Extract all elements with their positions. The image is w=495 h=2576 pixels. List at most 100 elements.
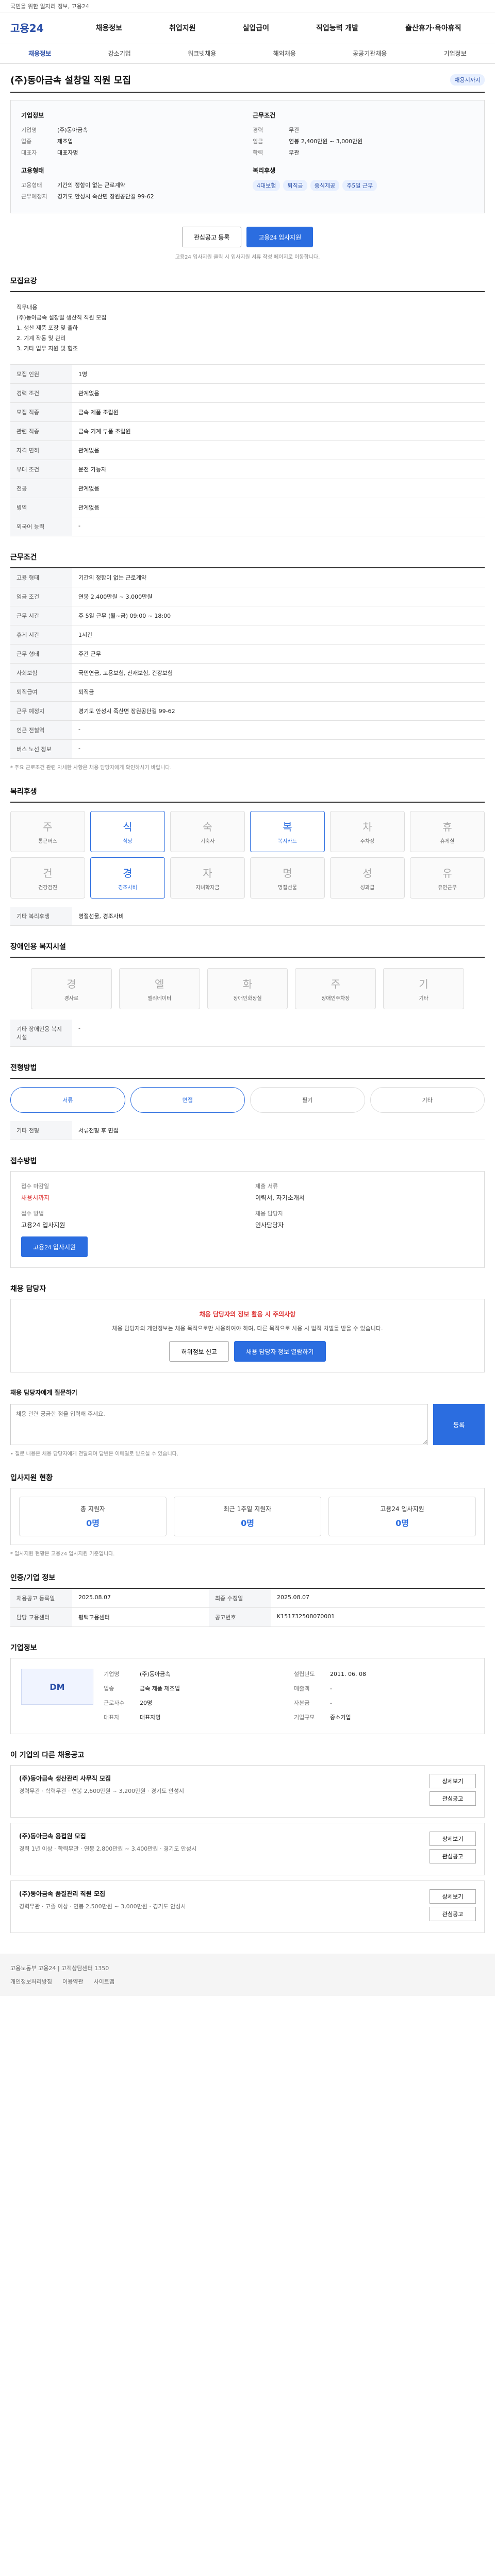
stat-label: 고용24 입사지원 xyxy=(380,1505,424,1513)
facility-tile: 화장애인화장실 xyxy=(207,968,288,1009)
apply-right: 제출 서류 이력서, 자기소개서 채용 담당자 인사담당자 xyxy=(255,1182,474,1257)
global-nav: 채용정보 취업지원 실업급여 직업능력 개발 출산휴가·육아휴직 xyxy=(72,23,485,33)
gnb-item[interactable]: 취업지원 xyxy=(169,23,196,33)
table-key: 모집 직종 xyxy=(10,402,72,422)
other-job-detail-button[interactable]: 상세보기 xyxy=(430,1832,476,1846)
report-false-button[interactable]: 허위정보 신고 xyxy=(169,1341,229,1362)
kv-value: 대표자명 xyxy=(57,149,78,156)
subnav-item[interactable]: 공공기관채용 xyxy=(353,49,387,58)
table-key: 인근 전철역 xyxy=(10,720,72,740)
apply-button[interactable]: 고용24 입사지원 xyxy=(246,227,314,247)
gnb-item[interactable]: 직업능력 개발 xyxy=(316,23,358,33)
view-contact-button[interactable]: 채용 담당자 정보 열람하기 xyxy=(234,1341,326,1362)
other-job-title[interactable]: (주)동아금속 용접원 모집 xyxy=(19,1832,196,1840)
footer-link[interactable]: 개인정보처리방침 xyxy=(10,1977,52,1986)
subnav-item[interactable]: 채용정보 xyxy=(28,49,51,58)
facility-tile: 유 유연근무 xyxy=(410,857,485,899)
kv-value: 2011. 06. 08 xyxy=(330,1671,366,1677)
work-footnote: * 주요 근로조건 관련 자세한 사항은 채용 담당자에게 확인하시기 바랍니다… xyxy=(10,765,172,771)
subnav-item[interactable]: 워크넷채용 xyxy=(188,49,216,58)
top-utility-bar: 국민을 위한 일자리 정보, 고용24 xyxy=(0,0,495,12)
gnb-item[interactable]: 채용정보 xyxy=(95,23,122,33)
other-job-actions: 상세보기관심공고 xyxy=(430,1774,476,1809)
table-value: 관계없음 xyxy=(72,498,485,517)
stat-count: 0명 xyxy=(395,1518,409,1528)
other-job-card[interactable]: (주)동아금속 용접원 모집 경력 1년 이상 · 학력무관 · 연봉 2,800… xyxy=(10,1823,485,1875)
apply-period: 채용시까지 xyxy=(21,1194,50,1201)
footer-link[interactable]: 사이트맵 xyxy=(93,1977,114,1986)
facility-tile: 자 자녀학자금 xyxy=(170,857,245,899)
other-job-detail-button[interactable]: 상세보기 xyxy=(430,1774,476,1788)
facility-icon: 주 xyxy=(331,978,340,990)
facility-label: 통근버스 xyxy=(38,839,57,844)
subnav-item[interactable]: 기업정보 xyxy=(444,49,467,58)
facility-label: 유연근무 xyxy=(438,885,457,891)
table-row: 기타 복리후생 명절선물, 경조사비 xyxy=(10,907,485,926)
subnav-item[interactable]: 강소기업 xyxy=(108,49,131,58)
kv-key: 경력 xyxy=(253,127,263,133)
gnb-item[interactable]: 출산휴가·육아휴직 xyxy=(405,23,461,33)
other-job-card[interactable]: (주)동아금속 생산관리 사무직 모집 경력무관 · 학력무관 · 연봉 2,60… xyxy=(10,1765,485,1818)
company-kv: 자본금 - xyxy=(294,1698,474,1709)
site-logo[interactable]: 고용24 xyxy=(10,20,72,35)
other-job-scrap-button[interactable]: 관심공고 xyxy=(430,1849,476,1863)
other-job-detail-button[interactable]: 상세보기 xyxy=(430,1889,476,1904)
facility-icon: 차 xyxy=(362,821,372,833)
facility-icon: 기 xyxy=(419,978,428,990)
other-job-scrap-button[interactable]: 관심공고 xyxy=(430,1907,476,1921)
disability-heading: 장애인용 복지시설 xyxy=(10,943,66,951)
summary-worker-heading: 고용형태 xyxy=(21,167,44,174)
other-job-scrap-button[interactable]: 관심공고 xyxy=(430,1791,476,1806)
screen-step: 필기 xyxy=(250,1087,365,1113)
table-key: 외국어 능력 xyxy=(10,517,72,536)
footer-link[interactable]: 이용약관 xyxy=(62,1977,83,1986)
warning-box: 채용 담당자의 정보 활용 시 주의사항 채용 담당자의 개인정보는 채용 목적… xyxy=(10,1299,485,1372)
table-row: 고용 형태 기간의 정함이 없는 근로계약 xyxy=(10,568,485,587)
apply-method-label: 접수 방법 xyxy=(21,1210,44,1217)
table-row: 임금 조건 연봉 2,400만원 ~ 3,000만원 xyxy=(10,587,485,606)
facility-icon: 건 xyxy=(43,867,53,879)
screen-steps: 서류 면접 필기 기타 xyxy=(10,1079,485,1121)
work-table: 고용 형태 기간의 정함이 없는 근로계약 임금 조건 연봉 2,400만원 ~ 3,… xyxy=(10,568,485,759)
facility-label: 장애인화장실 xyxy=(233,996,262,1002)
gnb-item[interactable]: 실업급여 xyxy=(242,23,269,33)
scrap-button[interactable]: 관심공고 등록 xyxy=(182,227,242,247)
apply-contact-label: 채용 담당자 xyxy=(255,1210,284,1217)
table-value: 경기도 안성시 죽산면 장원공단길 99-62 xyxy=(72,701,485,721)
apply-method: 고용24 입사지원 xyxy=(21,1222,65,1229)
table-key: 기타 복리후생 xyxy=(10,907,72,926)
kv-key: 업종 xyxy=(104,1685,114,1692)
summary-kv: 기업명 (주)동아금속 xyxy=(21,125,242,136)
company-kv: 기업명 (주)동아금속 xyxy=(104,1669,284,1680)
facility-icon: 명 xyxy=(283,867,292,879)
table-key: 근무 형태 xyxy=(10,644,72,664)
table-key: 버스 노선 정보 xyxy=(10,739,72,759)
facility-icon: 화 xyxy=(242,978,253,990)
facility-tile: 건 건강검진 xyxy=(10,857,85,899)
table-row: 모집 직종 금속 제품 조립원 xyxy=(10,402,485,422)
question-submit-button[interactable]: 등록 xyxy=(433,1404,485,1445)
company-heading: 기업정보 xyxy=(10,1644,37,1652)
stats-heading: 입사지원 현황 xyxy=(10,1474,53,1482)
other-job-card[interactable]: (주)동아금속 품질관리 직원 모집 경력무관 · 고졸 이상 · 연봉 2,50… xyxy=(10,1880,485,1933)
question-input[interactable] xyxy=(10,1404,428,1445)
other-job-title[interactable]: (주)동아금속 생산관리 사무직 모집 xyxy=(19,1774,184,1783)
apply-section-button[interactable]: 고용24 입사지원 xyxy=(21,1236,88,1257)
table-value: 평택고용센터 xyxy=(72,1607,209,1627)
welfare-grid: 주 통근버스 식 식당 숙 기숙사 복 복지카드 차 주차장 휴 휴게실 건 건강검진 경 경조사비 자 자녀학자… xyxy=(10,803,485,907)
others-heading: 이 기업의 다른 채용공고 xyxy=(10,1751,85,1759)
facility-icon: 복 xyxy=(283,821,292,833)
table-row: 채용공고 등록일 2025.08.07 최종 수정일 2025.08.07 xyxy=(10,1589,485,1608)
action-row: 관심공고 등록 고용24 입사지원 xyxy=(10,227,485,247)
table-value: 2025.08.07 xyxy=(72,1589,209,1608)
apply-period-label: 접수 마감일 xyxy=(21,1183,50,1190)
facility-icon: 숙 xyxy=(203,821,212,833)
subnav-item[interactable]: 해외채용 xyxy=(273,49,296,58)
facility-label: 엘리베이터 xyxy=(147,996,172,1002)
facility-tile: 경 경조사비 xyxy=(90,857,165,899)
kv-key: 학력 xyxy=(253,149,263,156)
table-row: 우대 조건 운전 가능자 xyxy=(10,460,485,479)
facility-label: 기타 xyxy=(419,996,428,1002)
table-key: 담당 고용센터 xyxy=(10,1607,72,1627)
other-job-title[interactable]: (주)동아금속 품질관리 직원 모집 xyxy=(19,1889,186,1898)
